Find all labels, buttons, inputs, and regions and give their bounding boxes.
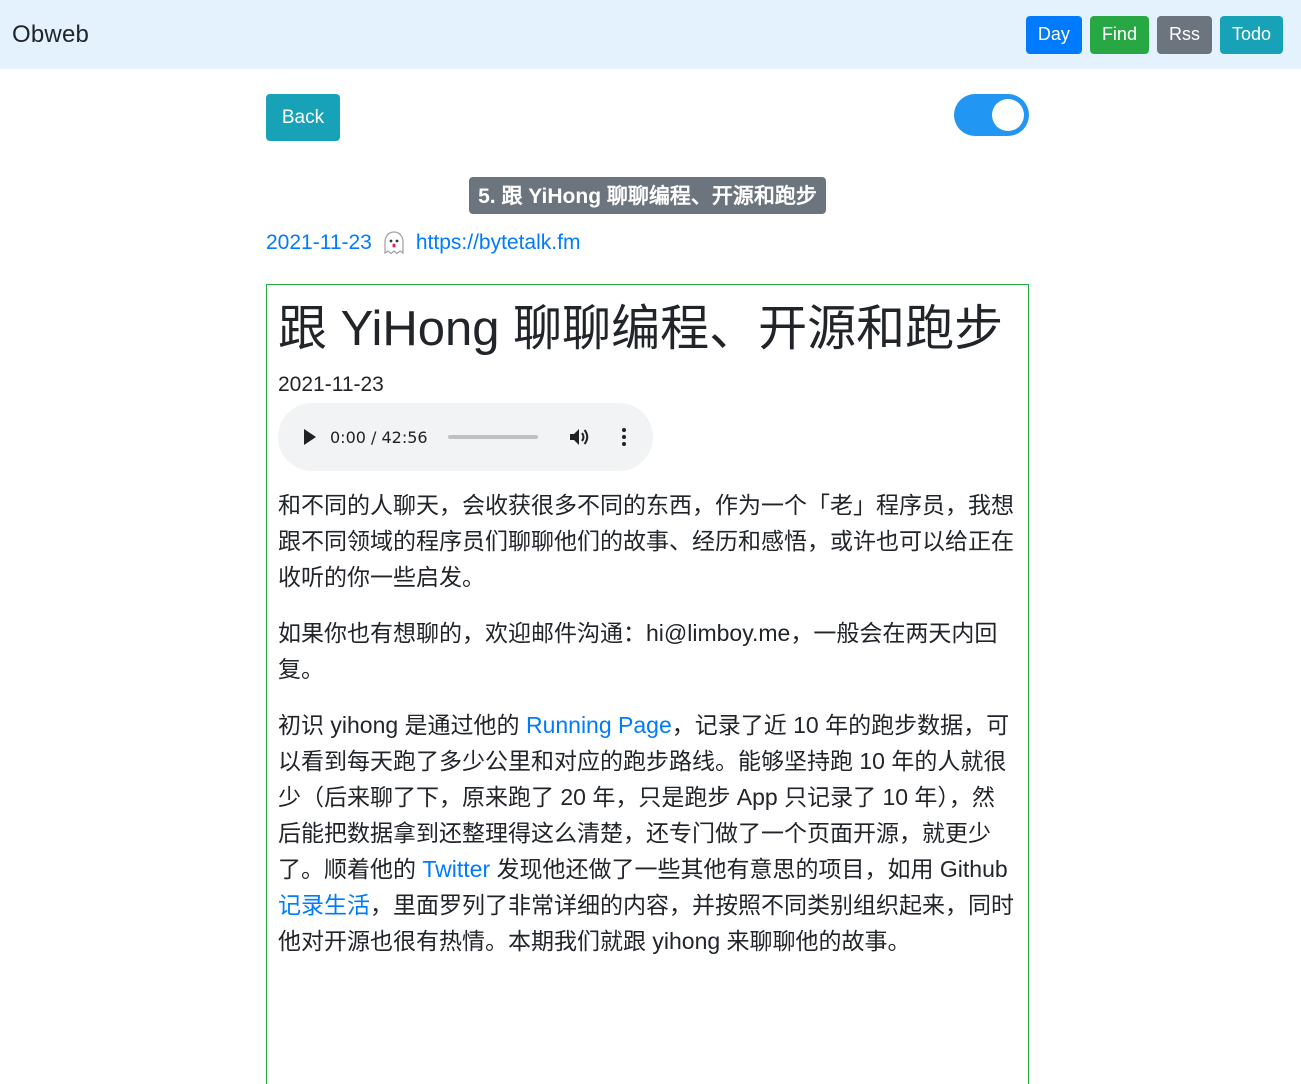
article-card: 跟 YiHong 聊聊编程、开源和跑步 2021-11-23 0:00 / 42…	[266, 284, 1029, 1084]
running-page-link[interactable]: Running Page	[526, 712, 672, 738]
page-title: 5. 跟 YiHong 聊聊编程、开源和跑步	[469, 177, 826, 214]
para-text: 初识 yihong 是通过他的	[278, 712, 526, 738]
theme-toggle[interactable]	[954, 94, 1029, 136]
play-icon[interactable]	[304, 429, 316, 445]
paragraph-yihong: 初识 yihong 是通过他的 Running Page，记录了近 10 年的跑…	[278, 707, 1017, 959]
article-title: 跟 YiHong 聊聊编程、开源和跑步	[278, 302, 1004, 356]
more-options-icon[interactable]	[621, 428, 626, 446]
twitter-link[interactable]: Twitter	[422, 856, 490, 882]
post-date-link[interactable]: 2021-11-23	[266, 231, 372, 255]
brand-logo[interactable]: Obweb	[12, 21, 89, 49]
para-text: ，里面罗列了非常详细的内容，并按照不同类别组织起来，同时他对开源也很有热情。本期…	[278, 892, 1014, 954]
title-wrap: 5. 跟 YiHong 聊聊编程、开源和跑步	[266, 177, 1029, 214]
toggle-knob	[992, 99, 1024, 131]
source-url-link[interactable]: https://bytetalk.fm	[416, 231, 581, 255]
life-record-link[interactable]: 记录生活	[278, 892, 370, 918]
meta-row: 2021-11-23 https://bytetalk.fm	[266, 230, 1029, 256]
main-container: Back 5. 跟 YiHong 聊聊编程、开源和跑步 2021-11-23 h…	[266, 94, 1029, 1084]
audio-player: 0:00 / 42:56	[278, 403, 653, 471]
day-button[interactable]: Day	[1025, 15, 1082, 54]
navbar: Obweb Day Find Rss Todo	[0, 0, 1301, 69]
nav-buttons: Day Find Rss Todo	[1025, 15, 1283, 54]
find-button[interactable]: Find	[1089, 15, 1149, 54]
ghost-icon	[384, 231, 404, 255]
para-text: 发现他还做了一些其他有意思的项目，如用 Github	[490, 856, 1008, 882]
audio-progress-bar[interactable]	[447, 435, 538, 439]
paragraph-intro: 和不同的人聊天，会收获很多不同的东西，作为一个「老」程序员，我想跟不同领域的程序…	[278, 492, 1014, 590]
volume-icon[interactable]	[568, 427, 590, 447]
audio-time: 0:00 / 42:56	[330, 427, 428, 447]
rss-button[interactable]: Rss	[1156, 15, 1212, 54]
paragraph-contact: 如果你也有想聊的，欢迎邮件沟通：hi@limboy.me，一般会在两天内回复。	[278, 620, 998, 682]
todo-button[interactable]: Todo	[1219, 15, 1283, 54]
article-date: 2021-11-23	[278, 373, 384, 396]
back-button[interactable]: Back	[266, 94, 340, 141]
top-controls: Back	[266, 94, 1029, 141]
